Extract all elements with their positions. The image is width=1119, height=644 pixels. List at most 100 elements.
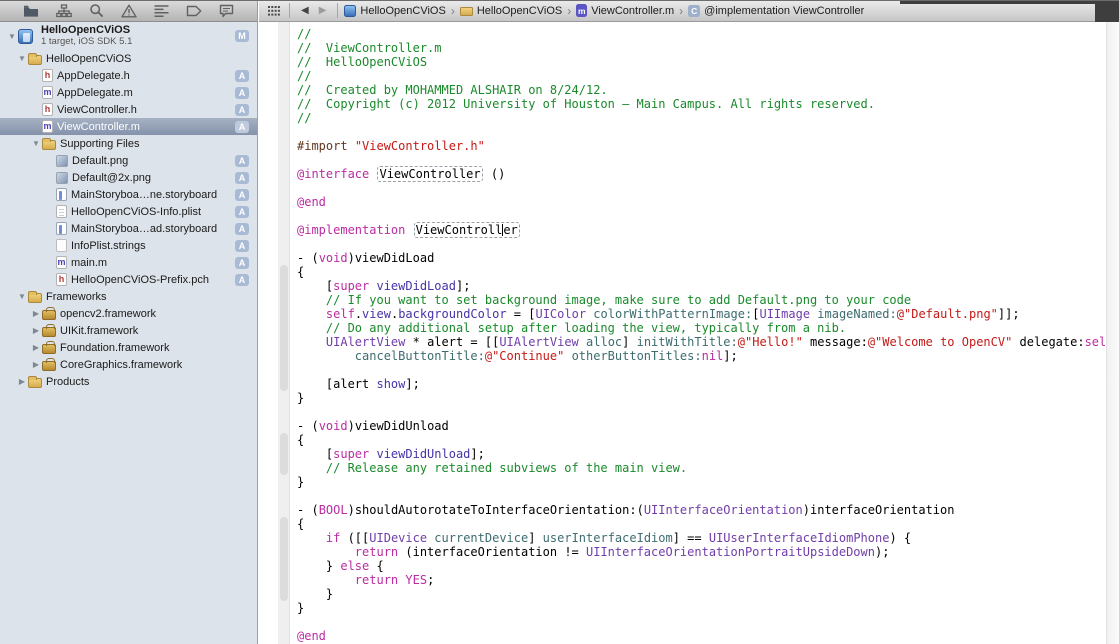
code-text[interactable]: //// ViewController.m// HelloOpenCViOS//…: [291, 22, 1105, 644]
debug-navigator-icon[interactable]: [152, 3, 170, 19]
framework-icon: [42, 361, 56, 371]
code-line: @end: [297, 195, 1105, 209]
sidebar-item-default-png[interactable]: Default.pngA: [0, 152, 257, 169]
sidebar-item-products[interactable]: ▶ Products: [0, 373, 257, 390]
breadcrumb-item[interactable]: HelloOpenCViOS: [460, 4, 576, 18]
disclosure-triangle[interactable]: ▼: [6, 32, 18, 41]
sidebar-item-helloopencvios-info-plist[interactable]: HelloOpenCViOS-Info.plistA: [0, 203, 257, 220]
xcode-project-icon: [344, 5, 356, 17]
breadcrumb-item[interactable]: C@implementation ViewController: [688, 5, 864, 17]
storyboard-file-icon: [56, 222, 67, 235]
framework-icon: [42, 344, 56, 354]
token-highlight-box: ViewController: [377, 166, 482, 182]
file-name: UIKit.framework: [60, 325, 249, 337]
breadcrumb-item[interactable]: mViewController.m: [576, 4, 688, 18]
sidebar-item-appdelegate-h[interactable]: hAppDelegate.hA: [0, 67, 257, 84]
sidebar-item-mainstoryboa-ad-storyboard[interactable]: MainStoryboa…ad.storyboardA: [0, 220, 257, 237]
h-file-icon: h: [42, 69, 53, 82]
code-line: @implementation ViewController: [297, 223, 1105, 237]
disclosure-triangle[interactable]: ▼: [16, 54, 28, 63]
symbol-navigator-icon[interactable]: [55, 3, 73, 19]
m-file-icon: m: [576, 4, 587, 17]
project-subtitle: 1 target, iOS SDK 5.1: [41, 36, 231, 48]
disclosure-triangle[interactable]: ▼: [30, 139, 42, 148]
m-file-icon: m: [42, 120, 53, 133]
back-arrow-button[interactable]: ◀: [296, 5, 314, 16]
folder-icon: [460, 7, 473, 16]
file-name: Supporting Files: [60, 138, 249, 150]
sidebar-item-appdelegate-m[interactable]: mAppDelegate.mA: [0, 84, 257, 101]
disclosure-triangle[interactable]: ▶: [30, 360, 42, 369]
code-line: cancelButtonTitle:@"Continue" otherButto…: [297, 349, 1105, 363]
window-top-edge: [0, 0, 1119, 1]
code-line: [297, 405, 1105, 419]
status-badge: A: [235, 274, 249, 286]
code-line: //: [297, 69, 1105, 83]
xcode-project-icon: [18, 29, 33, 44]
code-line: - (void)viewDidLoad: [297, 251, 1105, 265]
h-file-icon: h: [42, 103, 53, 116]
file-name: Default.png: [72, 155, 231, 167]
disclosure-triangle[interactable]: ▶: [30, 343, 42, 352]
token-highlight-box: ViewController: [414, 222, 520, 238]
sidebar-item-coregraphics-framework[interactable]: ▶ CoreGraphics.framework: [0, 356, 257, 373]
fold-region-marker[interactable]: [280, 517, 288, 601]
folder-icon: [28, 293, 42, 303]
fold-region-marker[interactable]: [280, 433, 288, 475]
image-file-icon: [56, 172, 68, 184]
disclosure-triangle[interactable]: ▶: [30, 326, 42, 335]
sidebar-item-opencv2-framework[interactable]: ▶opencv2.framework: [0, 305, 257, 322]
sidebar-item-uikit-framework[interactable]: ▶ UIKit.framework: [0, 322, 257, 339]
folder-icon: [42, 140, 56, 150]
code-line: return (interfaceOrientation != UIInterf…: [297, 545, 1105, 559]
code-line: [297, 125, 1105, 139]
code-line: UIAlertView * alert = [[UIAlertView allo…: [297, 335, 1105, 349]
forward-arrow-button[interactable]: ▶: [314, 5, 332, 16]
file-name: HelloOpenCViOS: [46, 53, 249, 65]
code-line: {: [297, 433, 1105, 447]
code-line: - (BOOL)shouldAutorotateToInterfaceOrien…: [297, 503, 1105, 517]
breakpoint-gutter[interactable]: [259, 22, 278, 644]
code-folding-ribbon[interactable]: [278, 22, 290, 644]
file-name: Default@2x.png: [72, 172, 231, 184]
disclosure-triangle[interactable]: ▶: [16, 377, 28, 386]
sidebar-item-viewcontroller-m[interactable]: mViewController.mA: [0, 118, 257, 135]
issue-navigator-icon[interactable]: [120, 3, 138, 19]
disclosure-triangle[interactable]: ▶: [30, 309, 42, 318]
disclosure-triangle[interactable]: ▼: [16, 292, 28, 301]
breadcrumb-item[interactable]: HelloOpenCViOS: [344, 4, 459, 18]
sidebar-item-default-2x-png[interactable]: Default@2x.pngA: [0, 169, 257, 186]
sidebar-item-infoplist-strings[interactable]: InfoPlist.stringsA: [0, 237, 257, 254]
sidebar-item-helloopencvios-prefix-pch[interactable]: hHelloOpenCViOS-Prefix.pchA: [0, 271, 257, 288]
project-navigator-icon[interactable]: [22, 3, 40, 19]
project-name: HelloOpenCViOS: [41, 24, 231, 36]
source-editor[interactable]: //// ViewController.m// HelloOpenCViOS//…: [259, 22, 1119, 644]
related-items-grid-icon[interactable]: [265, 3, 283, 19]
sidebar-item-viewcontroller-h[interactable]: hViewController.hA: [0, 101, 257, 118]
sidebar-item-main-m[interactable]: mmain.mA: [0, 254, 257, 271]
file-name: Products: [46, 376, 249, 388]
file-name: MainStoryboa…ne.storyboard: [71, 189, 231, 201]
status-badge: M: [235, 30, 249, 42]
sidebar-item-mainstoryboa-ne-storyboard[interactable]: MainStoryboa…ne.storyboardA: [0, 186, 257, 203]
m-file-icon: m: [42, 86, 53, 99]
file-name: CoreGraphics.framework: [60, 359, 249, 371]
file-name: ViewController.m: [57, 121, 231, 133]
sidebar-item-foundation-framework[interactable]: ▶Foundation.framework: [0, 339, 257, 356]
log-navigator-icon[interactable]: [217, 3, 235, 19]
vertical-scrollbar[interactable]: [1106, 22, 1119, 644]
code-line: [297, 181, 1105, 195]
code-line: //: [297, 27, 1105, 41]
breakpoint-navigator-icon[interactable]: [185, 3, 203, 19]
code-line: [297, 237, 1105, 251]
strings-file-icon: [56, 239, 67, 252]
search-navigator-icon[interactable]: [87, 3, 105, 19]
project-root-row[interactable]: ▼ HelloOpenCViOS 1 target, iOS SDK 5.1 M: [0, 22, 257, 50]
fold-region-marker[interactable]: [280, 265, 288, 391]
breadcrumb: HelloOpenCViOSHelloOpenCViOSmViewControl…: [344, 4, 864, 18]
sidebar-item-supporting-files[interactable]: ▼ Supporting Files: [0, 135, 257, 152]
sidebar-item-helloopencvios[interactable]: ▼ HelloOpenCViOS: [0, 50, 257, 67]
sidebar-item-frameworks[interactable]: ▼Frameworks: [0, 288, 257, 305]
code-line: self.view.backgroundColor = [UIColor col…: [297, 307, 1105, 321]
code-line: #import "ViewController.h": [297, 139, 1105, 153]
